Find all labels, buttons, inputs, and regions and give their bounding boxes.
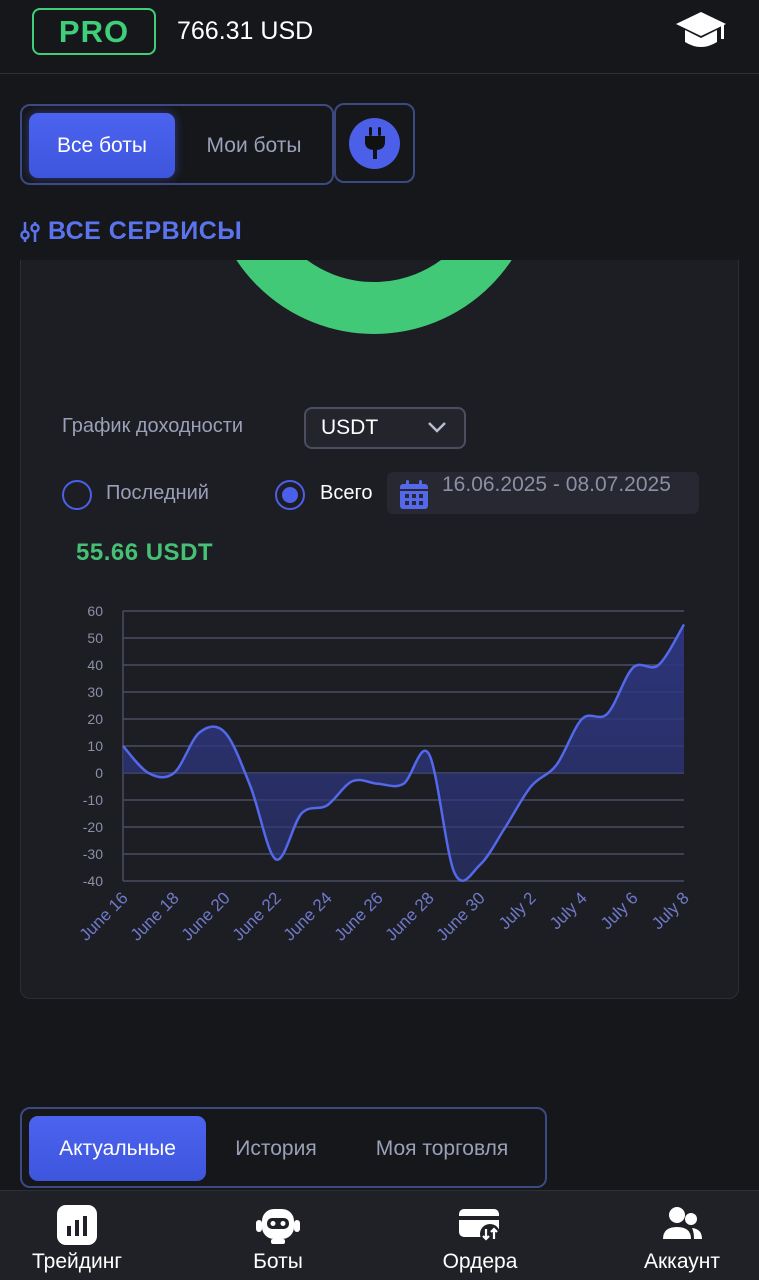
top-header: PRO 766.31 USD (0, 0, 759, 74)
balance-value: 766.31 USD (177, 17, 314, 45)
y-tick-label: 0 (95, 765, 103, 781)
nav-orders-label: Ордера (442, 1250, 518, 1273)
tab-current[interactable]: Актуальные (29, 1116, 206, 1181)
plug-icon (364, 127, 385, 159)
nav-trading-label: Трейдинг (32, 1250, 122, 1273)
tab-my-bots[interactable]: Мои боты (180, 113, 328, 178)
user-group-icon (663, 1207, 702, 1239)
x-tick-label: June 30 (433, 888, 489, 944)
yield-chart: 6050403020100-10-20-30-40June 16June 18J… (76, 603, 693, 945)
x-tick-label: June 26 (331, 888, 387, 944)
x-tick-label: June 28 (382, 888, 438, 944)
sliders-icon (20, 221, 40, 242)
graduation-cap-icon[interactable] (674, 8, 728, 56)
services-title: ВСЕ СЕРВИСЫ (48, 217, 243, 245)
orders-tabs: Актуальные История Моя торговля (20, 1107, 547, 1188)
nav-orders[interactable]: Ордера (428, 1191, 532, 1280)
card-exchange-icon (459, 1209, 500, 1244)
y-tick-label: -30 (83, 846, 103, 862)
nav-bots[interactable]: Боты (230, 1191, 326, 1280)
connect-button[interactable] (334, 103, 415, 183)
x-tick-label: July 6 (597, 888, 642, 933)
y-tick-label: -10 (83, 792, 103, 808)
tab-history[interactable]: История (216, 1116, 336, 1181)
y-tick-label: 20 (87, 711, 103, 727)
y-tick-label: 10 (87, 738, 103, 754)
series-area (123, 624, 684, 881)
robot-icon (256, 1209, 300, 1244)
x-tick-label: June 22 (229, 888, 285, 944)
x-tick-label: June 16 (76, 888, 132, 944)
chart-bars-icon (57, 1205, 97, 1245)
x-tick-label: July 8 (648, 888, 693, 933)
pro-badge[interactable]: PRO (32, 8, 156, 55)
y-tick-label: 40 (87, 657, 103, 673)
y-tick-label: 30 (87, 684, 103, 700)
x-tick-label: June 18 (127, 888, 183, 944)
bottom-nav: Трейдинг Боты Ордера Аккаунт (0, 1190, 759, 1280)
y-tick-label: 50 (87, 630, 103, 646)
nav-account-label: Аккаунт (643, 1250, 720, 1273)
y-tick-label: 60 (87, 603, 103, 619)
nav-account[interactable]: Аккаунт (628, 1191, 736, 1280)
nav-trading[interactable]: Трейдинг (16, 1191, 138, 1280)
y-tick-label: -40 (83, 873, 103, 889)
yield-card: График доходности USDT Последний Всего 1… (20, 260, 739, 999)
services-heading: ВСЕ СЕРВИСЫ (20, 217, 242, 246)
tab-my-trading[interactable]: Моя торговля (344, 1116, 540, 1181)
x-tick-label: July 2 (495, 888, 540, 933)
nav-bots-label: Боты (253, 1250, 303, 1273)
x-tick-label: June 24 (280, 888, 336, 944)
x-tick-label: July 4 (546, 888, 591, 933)
x-tick-label: June 20 (178, 888, 234, 944)
bot-filter-tabs: Все боты Мои боты (20, 104, 334, 185)
y-tick-label: -20 (83, 819, 103, 835)
tab-all-bots[interactable]: Все боты (29, 113, 175, 178)
